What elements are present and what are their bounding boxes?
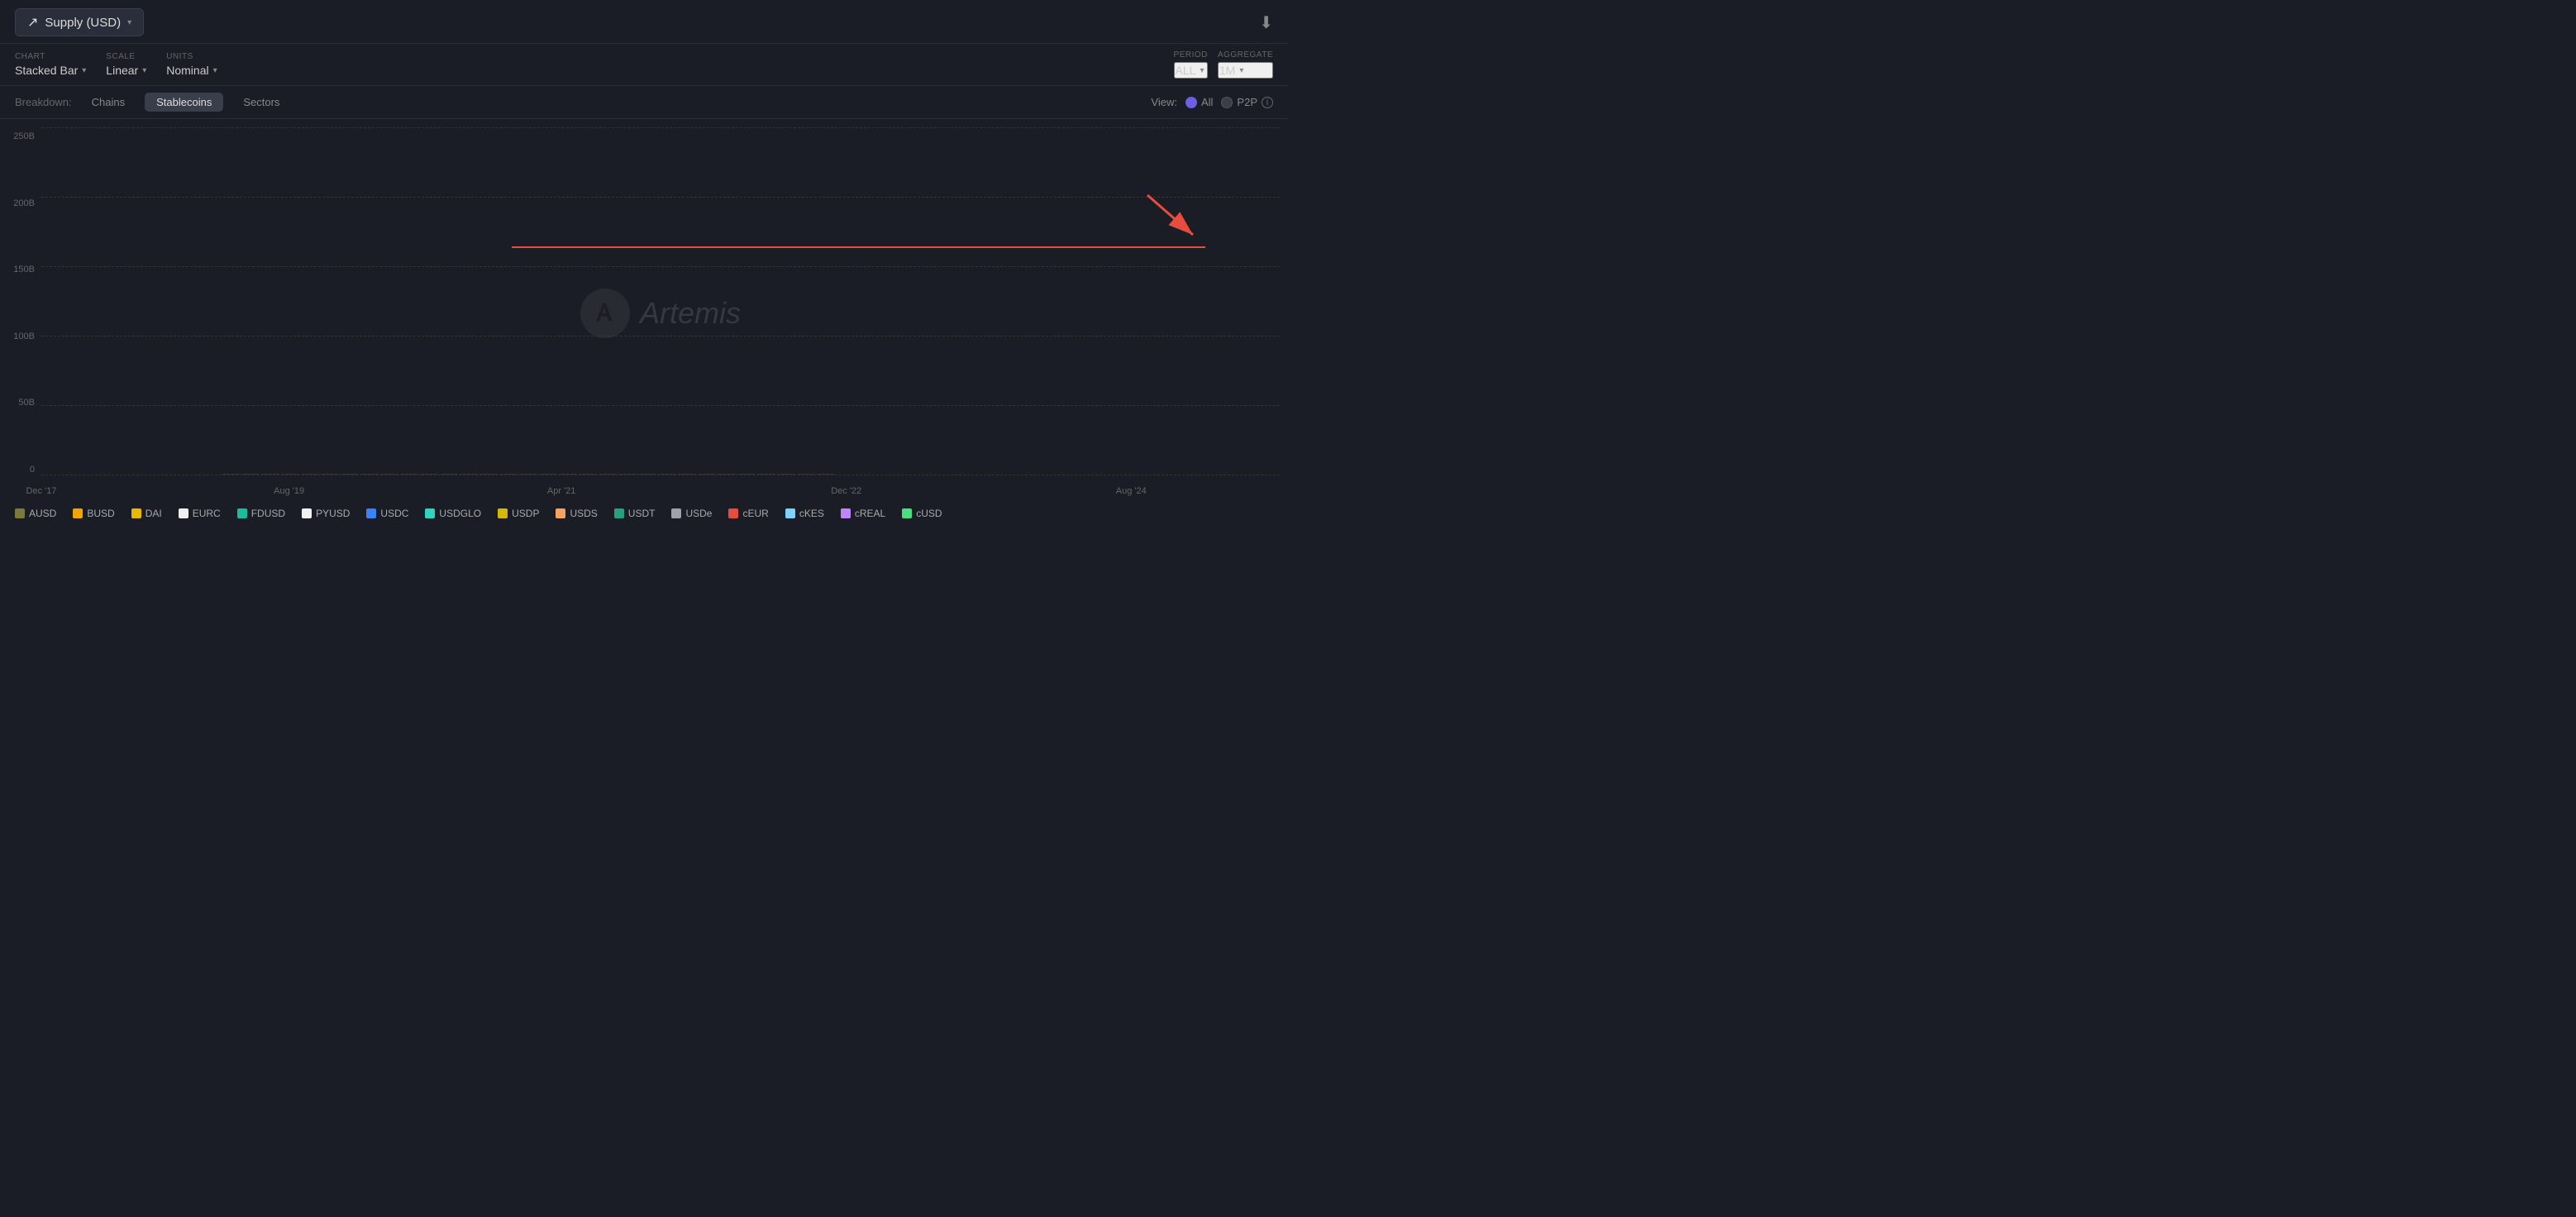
breakdown-label: Breakdown: [15, 96, 72, 108]
scale-group: SCALE Linear ▾ [106, 52, 146, 77]
scale-label: SCALE [106, 52, 146, 61]
scale-select[interactable]: Linear ▾ [106, 64, 146, 77]
period-label: PERIOD [1174, 50, 1208, 60]
legend-color-usdc [366, 508, 376, 518]
units-label: UNITS [166, 52, 217, 61]
aggregate-chevron-icon: ▾ [1239, 66, 1243, 75]
scale-chevron-icon: ▾ [142, 66, 146, 75]
legend-color-dai [131, 508, 141, 518]
aggregate-value: 1M [1219, 64, 1235, 77]
view-all-label: All [1201, 96, 1213, 108]
legend-item-creal: cREAL [841, 508, 885, 519]
legend-color-usdt [614, 508, 624, 518]
legend-item-usds: USDS [556, 508, 597, 519]
view-p2p-radio [1221, 97, 1233, 108]
x-label-dec17: Dec '17 [26, 486, 57, 496]
chart-type-value: Stacked Bar [15, 64, 78, 77]
view-p2p-option[interactable]: P2P i [1221, 96, 1273, 108]
breakdown-stablecoins-button[interactable]: Stablecoins [145, 93, 223, 112]
chart-type-group: CHART Stacked Bar ▾ [15, 52, 86, 77]
x-label-dec22: Dec '22 [831, 486, 861, 496]
legend-item-ausd: AUSD [15, 508, 56, 519]
legend-color-eurc [179, 508, 188, 518]
period-group: PERIOD ALL ▾ [1174, 50, 1208, 79]
units-value: Nominal [166, 64, 208, 77]
legend-item-usde: USDe [671, 508, 712, 519]
legend-color-usde [671, 508, 681, 518]
legend-item-ckes: cKES [785, 508, 824, 519]
aggregate-label: AGGREGATE [1218, 50, 1273, 60]
legend-color-usdp [498, 508, 508, 518]
legend-color-cusd [902, 508, 912, 518]
download-icon: ⬇ [1259, 14, 1273, 32]
legend-color-busd [73, 508, 83, 518]
legend-item-dai: DAI [131, 508, 162, 519]
y-label-0: 0 [30, 465, 35, 475]
legend-color-usds [556, 508, 565, 518]
header: ↗ Supply (USD) ▾ ⬇ [0, 0, 1288, 44]
y-label-250b: 250B [13, 131, 35, 141]
units-select[interactable]: Nominal ▾ [166, 64, 217, 77]
breakdown-chains-button[interactable]: Chains [80, 93, 136, 112]
legend-item-usdglo: USDGLO [425, 508, 481, 519]
view-all-option[interactable]: All [1185, 96, 1213, 108]
title-chevron-icon: ▾ [127, 18, 131, 27]
legend-item-busd: BUSD [73, 508, 114, 519]
y-label-200b: 200B [13, 198, 35, 208]
legend-item-usdt: USDT [614, 508, 656, 519]
legend-color-fdusd [237, 508, 247, 518]
view-all-radio [1185, 97, 1197, 108]
chart-type-select[interactable]: Stacked Bar ▾ [15, 64, 86, 77]
chart-icon: ↗ [27, 14, 38, 31]
period-select[interactable]: ALL ▾ [1174, 62, 1208, 79]
x-label-apr21: Apr '21 [547, 486, 576, 496]
aggregate-select[interactable]: 1M ▾ [1218, 62, 1273, 79]
legend-color-pyusd [302, 508, 312, 518]
title-text: Supply (USD) [45, 16, 121, 30]
legend-item-fdusd: FDUSD [237, 508, 285, 519]
legend-item-eurc: EURC [179, 508, 221, 519]
breakdown-sectors-button[interactable]: Sectors [231, 93, 291, 112]
y-label-50b: 50B [18, 398, 35, 408]
chart-area: 250B 200B 150B 100B 50B 0 [0, 119, 1288, 499]
legend-item-usdp: USDP [498, 508, 539, 519]
period-value: ALL [1176, 64, 1196, 77]
chart-type-label: CHART [15, 52, 86, 61]
legend-color-usdglo [425, 508, 435, 518]
download-button[interactable]: ⬇ [1259, 12, 1273, 33]
legend-color-ceur [728, 508, 738, 518]
units-group: UNITS Nominal ▾ [166, 52, 217, 77]
legend-color-creal [841, 508, 851, 518]
chart-type-chevron-icon: ▾ [82, 66, 86, 75]
p2p-info-icon[interactable]: i [1262, 97, 1273, 108]
period-chevron-icon: ▾ [1200, 66, 1204, 75]
legend-item-ceur: cEUR [728, 508, 768, 519]
breakdown-bar: Breakdown: Chains Stablecoins Sectors Vi… [0, 86, 1288, 119]
x-label-aug19: Aug '19 [274, 486, 304, 496]
legend-color-ckes [785, 508, 795, 518]
legend-item-pyusd: PYUSD [302, 508, 350, 519]
view-group: View: All P2P i [1151, 96, 1273, 108]
bars-container [41, 127, 1280, 475]
legend-item-usdc: USDC [366, 508, 408, 519]
y-axis: 250B 200B 150B 100B 50B 0 [0, 127, 41, 499]
scale-value: Linear [106, 64, 138, 77]
legend: AUSD BUSD DAI EURC FDUSD PYUSD USDC USDGLO USDP U… [0, 499, 1288, 527]
toolbar: CHART Stacked Bar ▾ SCALE Linear ▾ UNITS… [0, 44, 1288, 86]
title-button[interactable]: ↗ Supply (USD) ▾ [15, 8, 144, 36]
view-p2p-label: P2P [1237, 96, 1257, 108]
units-chevron-icon: ▾ [213, 66, 217, 75]
view-label: View: [1151, 96, 1177, 108]
y-label-150b: 150B [13, 265, 35, 274]
x-label-aug24: Aug '24 [1116, 486, 1147, 496]
legend-color-ausd [15, 508, 25, 518]
legend-item-cusd: cUSD [902, 508, 942, 519]
toolbar-right: PERIOD ALL ▾ AGGREGATE 1M ▾ [1174, 50, 1273, 79]
x-axis: Dec '17 Aug '19 Apr '21 Dec '22 Aug '24 [41, 475, 1280, 499]
y-label-100b: 100B [13, 332, 35, 341]
chart-inner: Ꭺ Artemis Dec '17 Aug '19 Apr '21 Dec '2… [41, 127, 1280, 499]
aggregate-group: AGGREGATE 1M ▾ [1218, 50, 1273, 79]
